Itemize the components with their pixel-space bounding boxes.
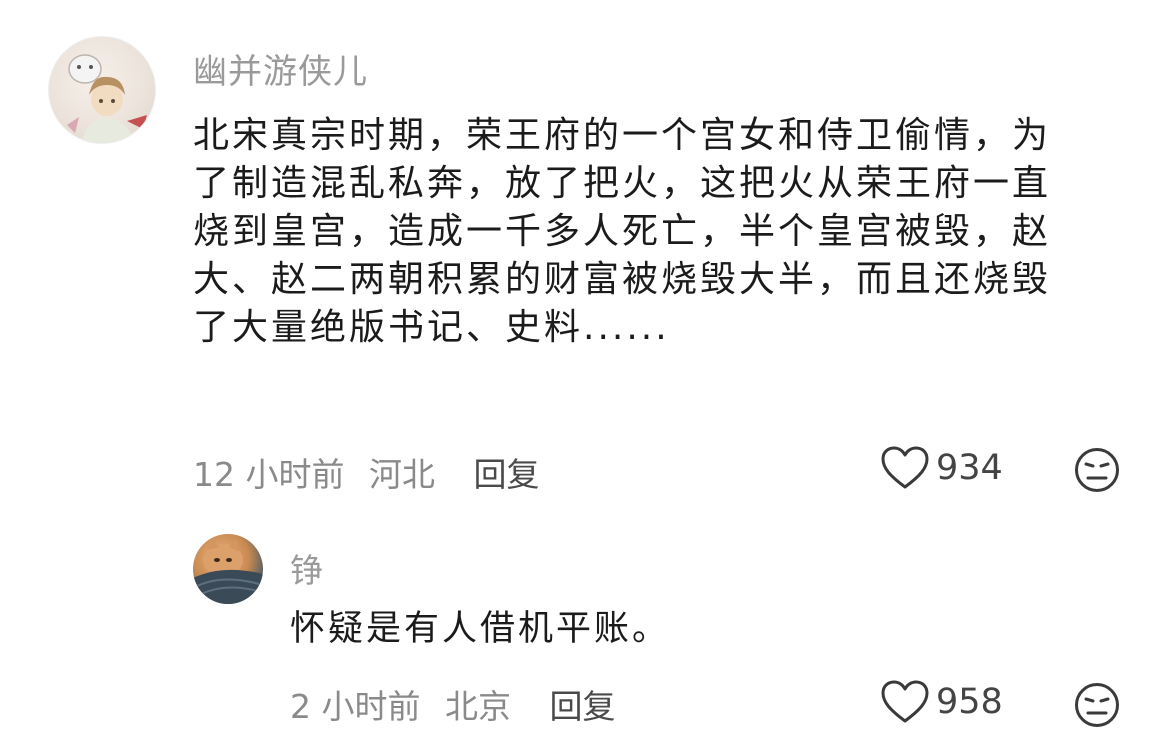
username[interactable]: 铮 [290, 544, 324, 592]
comment-text-line: 大、赵二两朝积累的财富被烧毁大半，而且还烧毁 [193, 259, 1052, 300]
comment-text-line: 了制造混乱私奔，放了把火，这把火从荣王府一直 [193, 163, 1052, 204]
comment-time: 2 小时前 [290, 687, 421, 726]
comment-location: 北京 [445, 687, 511, 726]
neutral-face-icon [1075, 683, 1119, 727]
comment-location: 河北 [368, 455, 435, 494]
comment-text: 怀疑是有人借机平账。 [290, 609, 671, 649]
dislike-button[interactable] [1074, 447, 1120, 493]
user-avatar[interactable] [48, 36, 156, 144]
like-count: 958 [936, 682, 1003, 722]
reply-button[interactable]: 回复 [473, 455, 539, 494]
cat-photo-avatar-icon [193, 538, 263, 604]
comment-text: 北宋真宗时期，荣王府的一个宫女和侍卫偷情，为 了制造混乱私奔，放了把火，这把火从… [193, 112, 1123, 352]
anime-character-avatar-icon [67, 54, 147, 143]
neutral-face-icon [1075, 448, 1119, 492]
comment-time: 12 小时前 [193, 455, 345, 494]
like-button[interactable]: 934 [880, 446, 1003, 490]
dislike-button[interactable] [1074, 682, 1120, 728]
comment-text-line: 北宋真宗时期，荣王府的一个宫女和侍卫偷情，为 [193, 115, 1052, 156]
reply-button[interactable]: 回复 [550, 687, 616, 726]
comment-text-line: 烧到皇宫，造成一千多人死亡，半个皇宫被毁，赵 [193, 211, 1052, 252]
like-count: 934 [936, 448, 1003, 488]
heart-outline-icon [881, 680, 929, 723]
like-button[interactable]: 958 [880, 680, 1003, 724]
user-avatar[interactable] [193, 534, 263, 604]
comment-meta: 12 小时前 河北 回复 [193, 448, 539, 496]
heart-outline-icon [881, 446, 929, 489]
username[interactable]: 幽并游侠儿 [193, 44, 368, 93]
comment-text-line: 了大量绝版书记、史料...... [193, 307, 670, 348]
comment-meta: 2 小时前 北京 回复 [290, 680, 616, 728]
